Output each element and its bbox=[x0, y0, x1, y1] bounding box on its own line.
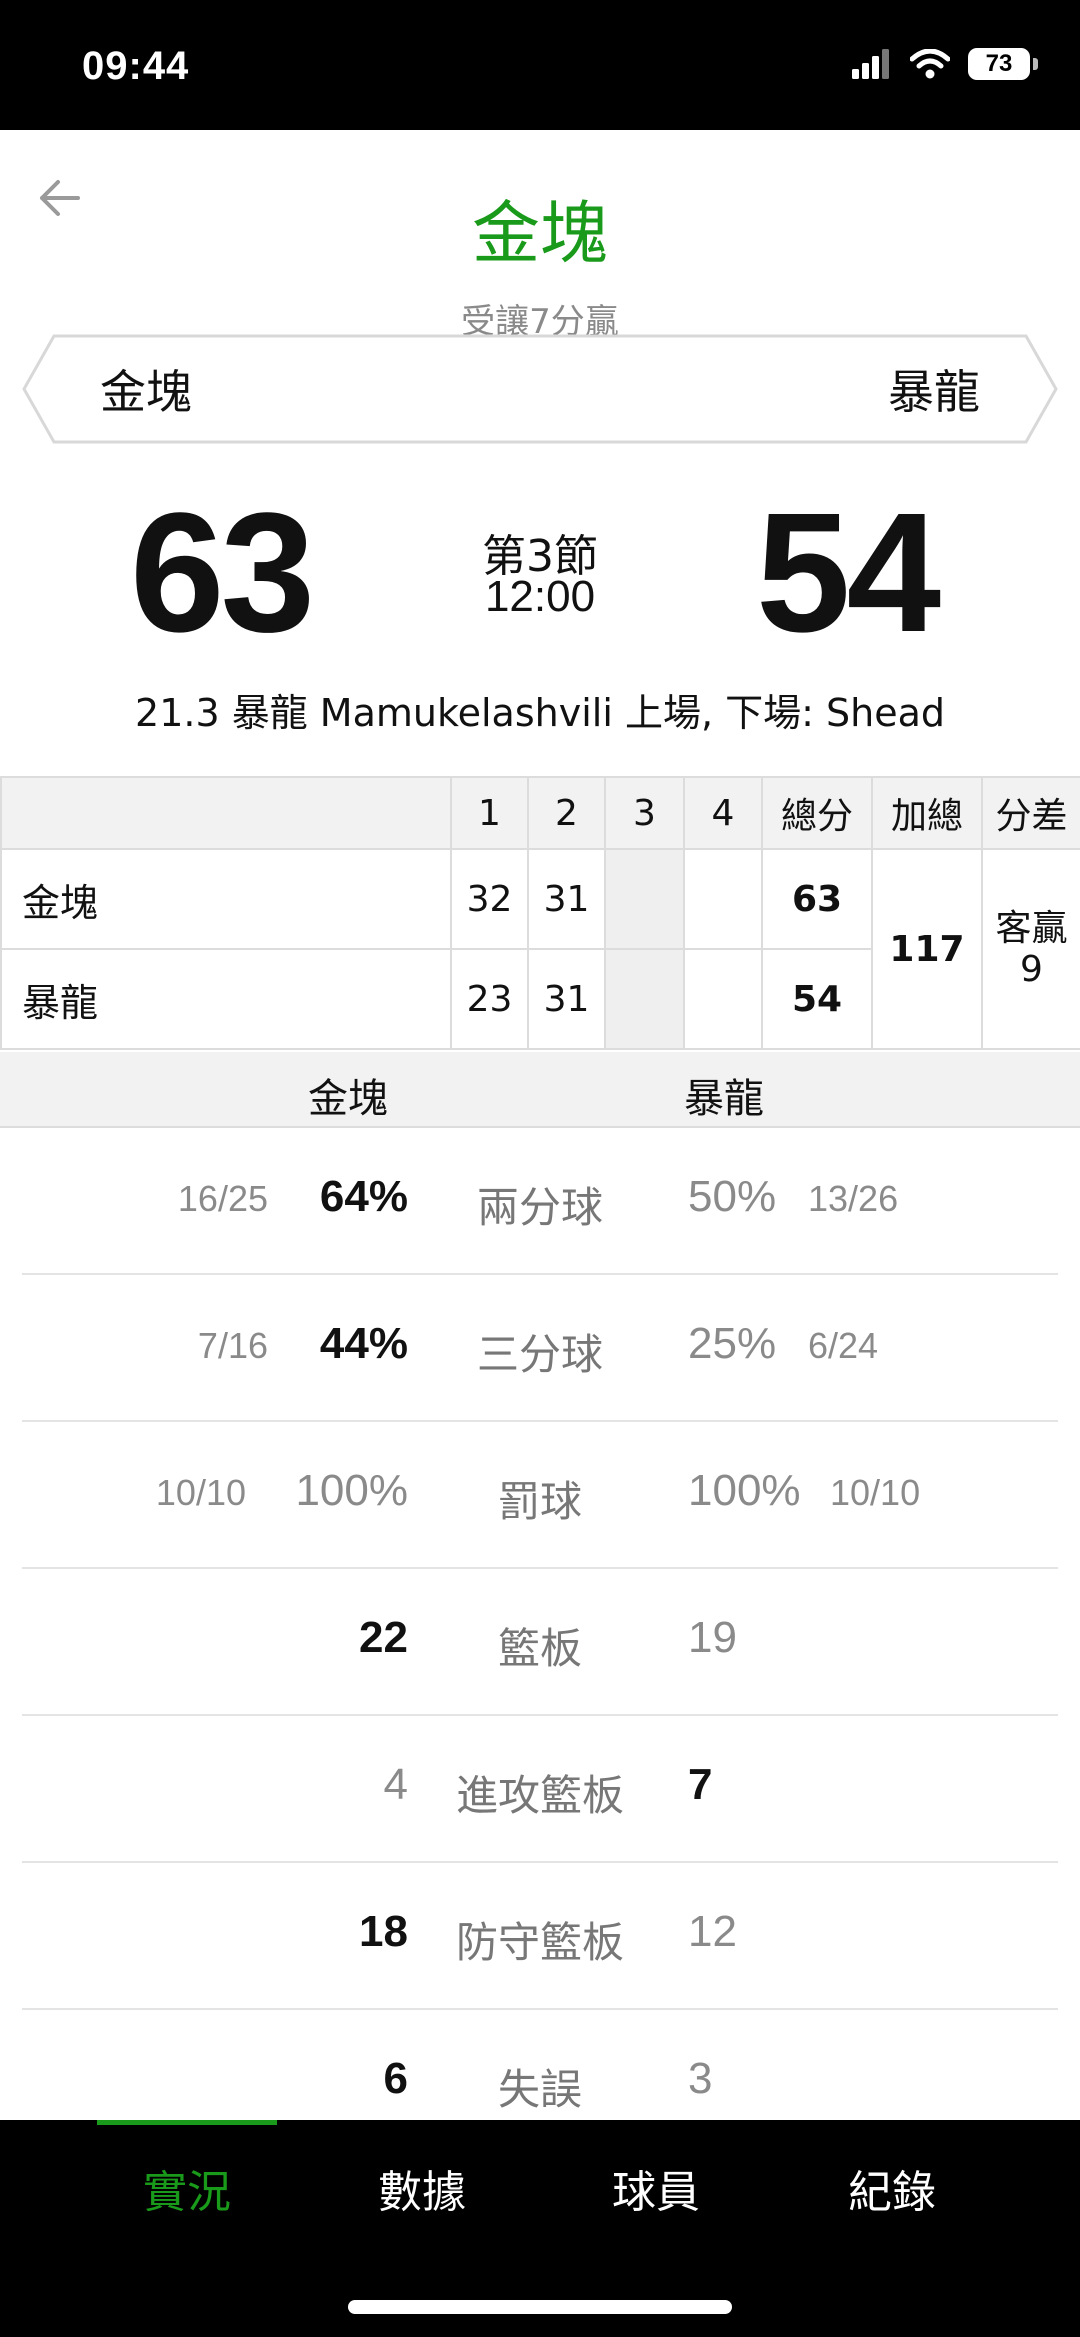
tab-players[interactable]: 球員 bbox=[538, 2156, 774, 2220]
wifi-icon bbox=[910, 49, 950, 79]
stat-row-defensive-rebounds: 18 防守籃板 12 bbox=[22, 1863, 1058, 2010]
compare-home-team: 金塊 bbox=[308, 1076, 388, 1122]
stat-label: 兩分球 bbox=[476, 1183, 603, 1232]
header-cell: 總分 bbox=[761, 776, 873, 850]
quarter-cell bbox=[683, 848, 763, 950]
status-icons: 73 bbox=[852, 48, 1038, 80]
stat-label: 防守籃板 bbox=[455, 1918, 624, 1967]
team-cell: 暴龍 bbox=[0, 948, 452, 1050]
header-cell bbox=[0, 776, 452, 850]
away-stat-value: 12 bbox=[688, 1907, 737, 1956]
quarter-cell: 31 bbox=[527, 848, 606, 950]
header-cell: 加總 bbox=[871, 776, 983, 850]
active-tab-indicator bbox=[97, 2120, 277, 2125]
total-cell: 54 bbox=[761, 948, 873, 1050]
point-diff-cell: 客贏 9 bbox=[981, 848, 1080, 1050]
box-score-table: 1 2 3 4 總分 加總 分差 金塊 32 31 63 117 客贏 9 暴龍… bbox=[0, 776, 1080, 1050]
stat-label: 籃板 bbox=[497, 1624, 582, 1673]
home-team-name: 金塊 bbox=[100, 365, 192, 419]
tab-live[interactable]: 實況 bbox=[69, 2156, 305, 2220]
away-stat-value: 7 bbox=[688, 1760, 713, 1809]
quarter-cell: 31 bbox=[527, 948, 606, 1050]
total-cell: 63 bbox=[761, 848, 873, 950]
away-stat-value: 25% bbox=[688, 1319, 777, 1368]
stat-label: 三分球 bbox=[476, 1330, 603, 1379]
compare-away-team: 暴龍 bbox=[684, 1076, 764, 1122]
away-stat-detail: 6/24 bbox=[808, 1325, 879, 1366]
compare-header: 金塊 暴龍 bbox=[0, 1052, 1080, 1128]
header-cell: 4 bbox=[683, 776, 763, 850]
stat-row-rebounds: 22 籃板 19 bbox=[22, 1569, 1058, 1716]
tab-stats[interactable]: 數據 bbox=[304, 2156, 540, 2220]
stat-row-three-pointers: 7/16 44% 三分球 25% 6/24 bbox=[22, 1275, 1058, 1422]
tab-records[interactable]: 紀錄 bbox=[774, 2156, 1010, 2220]
combined-total-cell: 117 bbox=[871, 848, 983, 1050]
diff-label: 客贏 bbox=[995, 907, 1068, 949]
quarter-cell bbox=[604, 948, 685, 1050]
quarter-cell bbox=[604, 848, 685, 950]
away-score: 54 bbox=[756, 478, 941, 668]
away-stat-value: 19 bbox=[688, 1613, 737, 1662]
header-cell: 3 bbox=[604, 776, 685, 850]
header-cell: 分差 bbox=[981, 776, 1080, 850]
stat-row-offensive-rebounds: 4 進攻籃板 7 bbox=[22, 1716, 1058, 1863]
table-row: 金塊 32 31 63 117 客贏 9 bbox=[0, 848, 1080, 1050]
diff-value: 9 bbox=[1020, 949, 1043, 990]
status-bar: 09:44 73 bbox=[0, 0, 1080, 130]
box-score-header: 1 2 3 4 總分 加總 分差 bbox=[0, 776, 1080, 850]
header-cell: 2 bbox=[527, 776, 606, 850]
quarter-cell bbox=[683, 948, 763, 1050]
away-stat-value: 50% bbox=[688, 1172, 777, 1221]
away-stat-detail: 13/26 bbox=[808, 1178, 899, 1219]
stat-label: 進攻籃板 bbox=[455, 1771, 624, 1820]
team-cell: 金塊 bbox=[0, 848, 452, 950]
home-indicator[interactable] bbox=[348, 2300, 732, 2314]
quarter-cell: 23 bbox=[450, 948, 529, 1050]
page-title: 金塊 bbox=[471, 195, 608, 274]
battery-icon: 73 bbox=[968, 48, 1038, 80]
latest-event: 21.3 暴龍 Mamukelashvili 上場, 下場: Shead bbox=[135, 691, 945, 735]
away-stat-value: 100% bbox=[688, 1466, 801, 1515]
header-cell: 1 bbox=[450, 776, 529, 850]
away-stat-detail: 10/10 bbox=[830, 1472, 921, 1513]
status-time: 09:44 bbox=[82, 44, 190, 88]
stat-row-free-throws: 10/10 100% 罰球 100% 10/10 bbox=[22, 1422, 1058, 1569]
away-team-name: 暴龍 bbox=[888, 365, 980, 419]
battery-level: 73 bbox=[985, 50, 1013, 77]
quarter-cell: 32 bbox=[450, 848, 529, 950]
away-stat-value: 3 bbox=[688, 2054, 713, 2103]
stat-row-two-pointers: 16/25 64% 兩分球 50% 13/26 bbox=[22, 1128, 1058, 1275]
stat-label: 失誤 bbox=[497, 2065, 582, 2114]
signal-icon bbox=[852, 49, 889, 79]
stats-comparison: 16/25 64% 兩分球 50% 13/26 7/16 44% 三分球 25%… bbox=[0, 1128, 1080, 2155]
